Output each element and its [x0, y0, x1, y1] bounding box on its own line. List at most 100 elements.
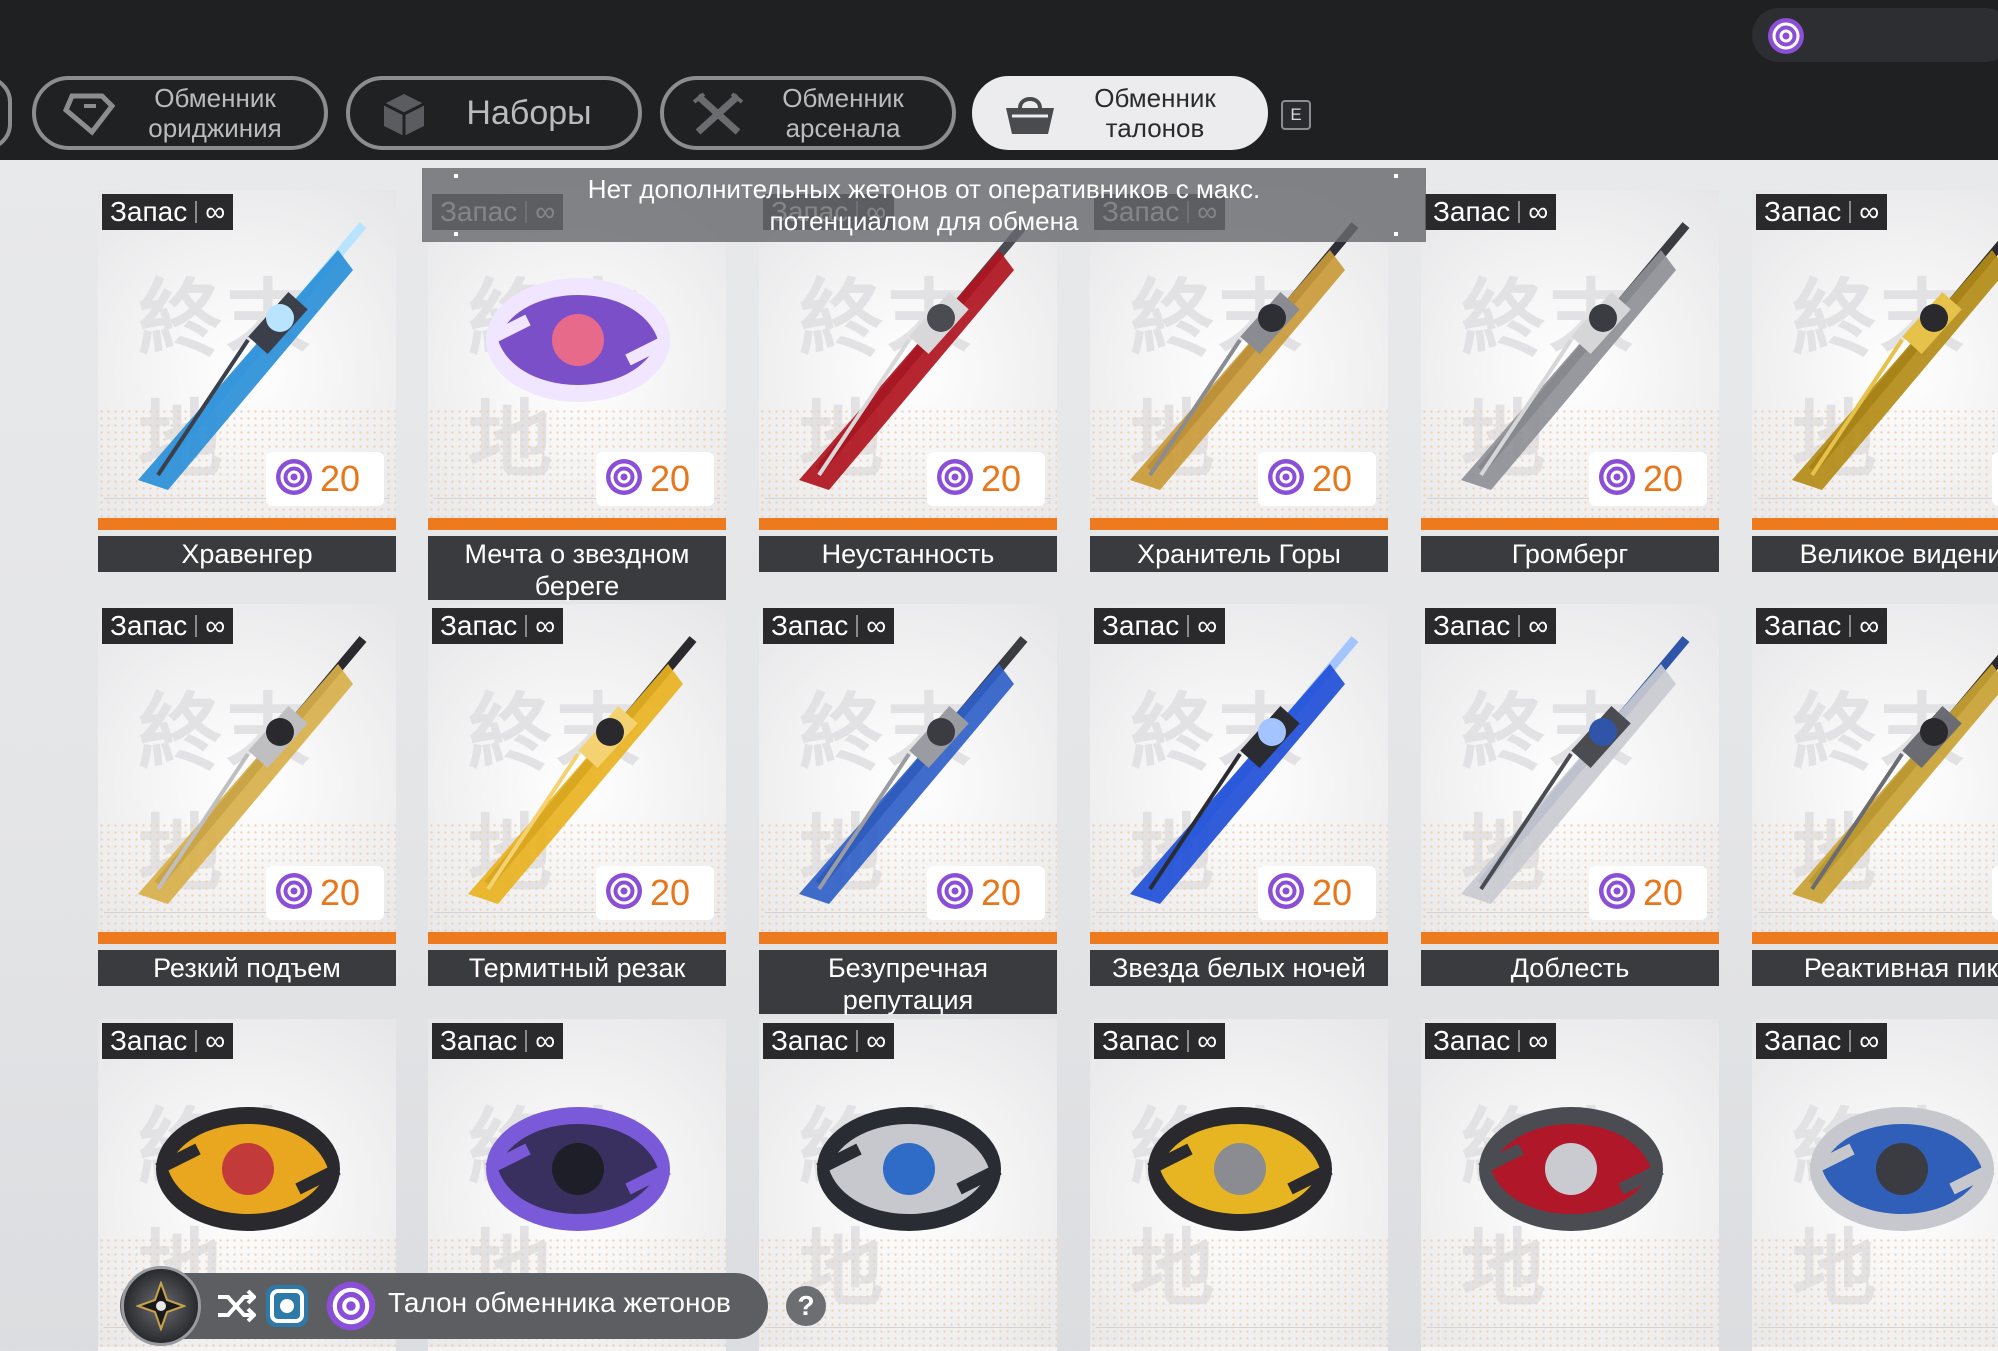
tab-previous[interactable]: [0, 76, 12, 150]
tab-voucher-exchange[interactable]: Обменник талонов: [972, 76, 1268, 150]
stock-value: ∞: [866, 610, 887, 641]
price-tag: 20: [1258, 452, 1376, 506]
price-value: 20: [1643, 458, 1684, 499]
token-icon: [1597, 457, 1637, 502]
item-card[interactable]: 終末地Запас ∞: [1090, 1019, 1388, 1351]
item-card[interactable]: 終末地Запас∞20: [1421, 604, 1719, 944]
stock-value: ∞: [1197, 1025, 1218, 1056]
card-footer-line: [1758, 498, 1998, 510]
token-icon: [274, 871, 314, 916]
stock-separator: [856, 1030, 859, 1052]
top-bar: Обменник ориджиния Наборы Обменник арсен…: [0, 0, 1998, 160]
stock-separator: [1518, 1030, 1521, 1052]
stock-value: ∞: [205, 1025, 226, 1056]
price-value: 20: [320, 458, 361, 499]
stock-label: Запас: [1433, 196, 1511, 227]
price-tag: 20: [266, 452, 384, 506]
crossed-swords-icon: [690, 92, 746, 136]
item-card[interactable]: 終末地Запас∞20: [1421, 190, 1719, 530]
diamond-tag-icon: [62, 92, 118, 136]
stock-badge: Запас ∞: [1756, 608, 1888, 644]
item-art: 終末地: [1090, 1019, 1388, 1347]
stock-separator: [525, 1030, 528, 1052]
stock-badge: Запас ∞: [1425, 194, 1557, 230]
rarity-stripe: [428, 932, 726, 944]
notice-line-1: Нет дополнительных жетонов от оперативни…: [587, 174, 1261, 204]
stock-label: Запас: [1764, 610, 1842, 641]
item-card[interactable]: 終末地Запас∞20: [428, 604, 726, 944]
stock-value: ∞: [1528, 610, 1549, 641]
stock-badge: Запас ∞: [432, 608, 564, 644]
tab-label: Обменник арсенала: [782, 83, 904, 143]
notice-corner-dot: [454, 232, 458, 236]
stock-label: Запас: [110, 1025, 188, 1056]
rarity-stripe: [1752, 932, 1998, 944]
tab-arsenal-exchange[interactable]: Обменник арсенала: [660, 76, 956, 150]
token-icon: [604, 871, 644, 916]
currency-display[interactable]: [1752, 8, 1998, 62]
price-tag: 2: [1992, 866, 1998, 920]
item-card[interactable]: 終末地Запас ∞ 2: [1752, 604, 1998, 944]
stock-badge: Запас ∞: [763, 1023, 895, 1059]
stock-separator: [1187, 615, 1190, 637]
operator-avatar-icon[interactable]: [121, 1266, 201, 1346]
stock-badge: Запас ∞: [432, 1023, 564, 1059]
stock-separator: [1849, 615, 1852, 637]
rarity-stripe: [98, 518, 396, 530]
stock-value: ∞: [1859, 610, 1880, 641]
rarity-stripe: [1421, 932, 1719, 944]
tab-bundles[interactable]: Наборы: [346, 76, 642, 150]
stock-value: ∞: [1528, 196, 1549, 227]
rarity-stripe: [1421, 518, 1719, 530]
stock-label: Запас: [1764, 196, 1842, 227]
stock-separator: [195, 1030, 198, 1052]
item-card[interactable]: 終末地Запас∞20: [1090, 604, 1388, 944]
item-card[interactable]: 終末地Запас ∞: [1752, 1019, 1998, 1351]
stock-label: Запас: [1433, 610, 1511, 641]
price-tag: 20: [266, 866, 384, 920]
shuffle-icon[interactable]: [216, 1287, 257, 1330]
item-art: 終末地: [1752, 1019, 1998, 1347]
card-footer-line: [1758, 1327, 1998, 1339]
help-button[interactable]: ?: [786, 1286, 826, 1326]
item-card[interactable]: 終末地Запас∞20: [98, 604, 396, 944]
rarity-stripe: [1090, 932, 1388, 944]
stock-value: ∞: [1859, 196, 1880, 227]
item-card[interactable]: 終末地Запас ∞: [1421, 1019, 1719, 1351]
price-tag: 20: [1589, 866, 1707, 920]
stock-value: ∞: [205, 610, 226, 641]
card-footer-line: [765, 1327, 1051, 1339]
token-icon: [604, 457, 644, 502]
stock-separator: [856, 615, 859, 637]
item-name: Безупречная репутация: [759, 950, 1057, 1015]
item-card[interactable]: 終末地Запас∞20: [759, 604, 1057, 944]
token-icon: [1266, 457, 1306, 502]
stock-label: Запас: [1764, 1025, 1842, 1056]
stock-label: Запас: [771, 1025, 849, 1056]
item-name: Великое видени: [1752, 536, 1998, 572]
price-value: 20: [1312, 872, 1353, 913]
rarity-stripe: [1752, 518, 1998, 530]
token-icon: [1266, 871, 1306, 916]
price-value: 20: [650, 458, 691, 499]
tab-origin-exchange[interactable]: Обменник ориджиния: [32, 76, 328, 150]
notice-corner-dot: [1394, 174, 1398, 178]
stock-badge: Запас ∞: [1425, 608, 1557, 644]
stock-badge: Запас ∞: [763, 608, 895, 644]
price-tag: 20: [1258, 866, 1376, 920]
stock-badge: Запас ∞: [1756, 194, 1888, 230]
rarity-stripe: [98, 932, 396, 944]
stock-value: ∞: [205, 196, 226, 227]
item-card[interactable]: 終末地Запас∞20: [98, 190, 396, 530]
box-icon: [376, 92, 432, 136]
item-name: Хравенгер: [98, 536, 396, 572]
price-value: 20: [1312, 458, 1353, 499]
item-card[interactable]: 終末地Запас ∞ 2: [1752, 190, 1998, 530]
price-value: 20: [650, 872, 691, 913]
rarity-stripe: [759, 932, 1057, 944]
stock-separator: [525, 615, 528, 637]
stock-separator: [1518, 615, 1521, 637]
token-icon: [324, 1279, 378, 1338]
item-name: Хранитель Горы: [1090, 536, 1388, 572]
weapon-image: [1147, 1107, 1333, 1231]
